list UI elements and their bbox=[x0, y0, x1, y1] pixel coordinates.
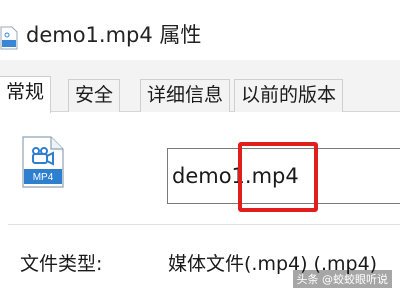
tab-strip: 常规 安全 详细信息 以前的版本 bbox=[0, 60, 400, 113]
title-bar: demo1.mp4 属性 bbox=[0, 0, 400, 60]
file-type-label: 文件类型: bbox=[20, 253, 103, 275]
file-icon-label: MP4 bbox=[33, 172, 54, 183]
tab-security[interactable]: 安全 bbox=[68, 79, 121, 112]
divider bbox=[8, 224, 400, 225]
properties-dialog: demo1.mp4 属性 常规 安全 详细信息 以前的版本 MP4 文件类型: … bbox=[0, 0, 400, 300]
tab-previous-versions[interactable]: 以前的版本 bbox=[234, 79, 344, 112]
watermark: 头条 @蛟蛟眼听说 bbox=[292, 270, 392, 288]
tab-general[interactable]: 常规 bbox=[0, 76, 52, 113]
window-title: demo1.mp4 属性 bbox=[26, 23, 202, 47]
tab-details[interactable]: 详细信息 bbox=[140, 79, 231, 112]
file-name-field[interactable] bbox=[167, 148, 400, 204]
video-file-icon bbox=[0, 26, 18, 50]
mp4-file-icon: MP4 bbox=[22, 136, 64, 188]
